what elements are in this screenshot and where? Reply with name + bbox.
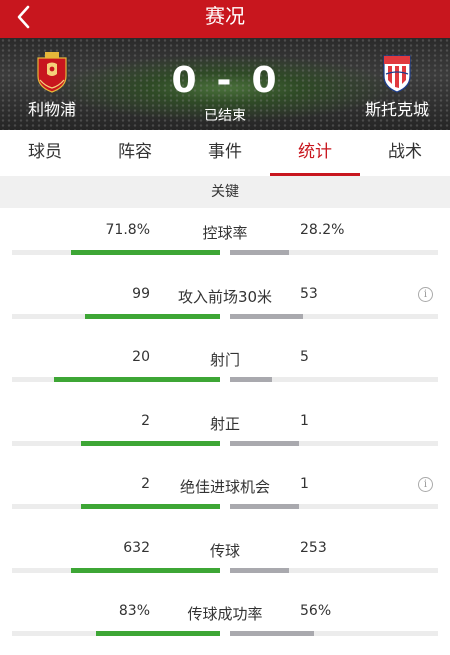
- stat-away-bar-fill: [230, 567, 289, 573]
- away-score: 0: [251, 60, 279, 101]
- stat-home-bar-fill: [81, 440, 220, 446]
- stat-label: 传球成功率: [187, 605, 263, 623]
- stat-label: 控球率: [202, 224, 248, 242]
- tab-players[interactable]: 球员: [0, 130, 90, 176]
- stat-home-bar-fill: [54, 377, 220, 382]
- stat-away-bar: [230, 250, 438, 255]
- stat-home-bar-fill: [71, 567, 220, 573]
- stat-home-bar-fill: [81, 504, 220, 509]
- stat-home-bar: [12, 377, 220, 382]
- away-team-name: 斯托克城: [364, 100, 429, 119]
- stat-away-bar: [230, 567, 438, 573]
- info-icon[interactable]: i: [418, 477, 433, 492]
- stat-away-bar: [230, 313, 438, 319]
- home-score: 0: [171, 60, 199, 101]
- stat-home-bar: [12, 567, 220, 573]
- stat-home-bar: [12, 504, 220, 509]
- stat-label: 攻入前场30米: [177, 287, 273, 306]
- stat-home-bar-fill: [96, 631, 220, 636]
- stat-away-value: 5: [300, 349, 309, 365]
- stat-away-bar: [230, 631, 438, 636]
- stat-away-bar-fill: [230, 440, 299, 446]
- score-separator: -: [216, 60, 234, 101]
- stat-away-value: 56%: [300, 603, 332, 619]
- stat-home-bar: [12, 313, 220, 319]
- stat-row: 20 射门 5: [0, 335, 450, 398]
- tab-lineup[interactable]: 阵容: [90, 130, 180, 176]
- page-title: 赛况: [205, 4, 245, 28]
- stat-label: 射正: [209, 414, 240, 433]
- section-header-key: 关键: [0, 176, 450, 208]
- stoke-crest-icon: [380, 50, 414, 94]
- info-icon[interactable]: i: [418, 286, 433, 302]
- stat-away-bar: [230, 440, 438, 446]
- stat-row: 83% 传球成功率 56%: [0, 589, 450, 652]
- stat-away-value: 1: [300, 476, 309, 492]
- stat-away-bar: [230, 377, 438, 382]
- stat-home-bar: [12, 440, 220, 446]
- stat-away-bar-fill: [230, 377, 272, 382]
- stat-away-bar-fill: [230, 504, 299, 509]
- stat-away-value: 1: [300, 412, 309, 429]
- stat-row: 99 攻入前场30米 53 i: [0, 272, 450, 335]
- stat-away-value: 253: [300, 539, 327, 556]
- away-team[interactable]: 斯托克城: [342, 50, 450, 120]
- tab-tactics[interactable]: 战术: [360, 130, 450, 176]
- stat-away-bar-fill: [230, 250, 289, 255]
- tab-stats[interactable]: 统计: [270, 130, 360, 176]
- stat-home-bar: [12, 631, 220, 636]
- stat-label: 绝佳进球机会: [179, 478, 270, 496]
- stat-away-value: 53: [300, 285, 318, 302]
- stat-row: 632 传球 253: [0, 526, 450, 589]
- tab-events[interactable]: 事件: [180, 130, 270, 176]
- stat-home-bar: [12, 250, 220, 255]
- stat-away-bar-fill: [230, 631, 314, 636]
- match-header: 利物浦 0-0 已结束 斯托克城: [0, 38, 450, 130]
- stat-home-bar-fill: [71, 250, 220, 255]
- stat-row: 2 绝佳进球机会 1 i: [0, 462, 450, 525]
- stat-row: 71.8% 控球率 28.2%: [0, 208, 450, 271]
- top-bar: 赛况: [0, 0, 450, 38]
- stat-label: 传球: [209, 541, 240, 560]
- stat-label: 射门: [209, 351, 240, 369]
- stat-row: 2 射正 1: [0, 399, 450, 462]
- tab-bar: 球员 阵容 事件 统计 战术: [0, 130, 450, 176]
- stat-home-bar-fill: [85, 313, 220, 319]
- stat-away-value: 28.2%: [300, 222, 345, 238]
- stat-away-bar-fill: [230, 313, 303, 319]
- stat-away-bar: [230, 504, 438, 509]
